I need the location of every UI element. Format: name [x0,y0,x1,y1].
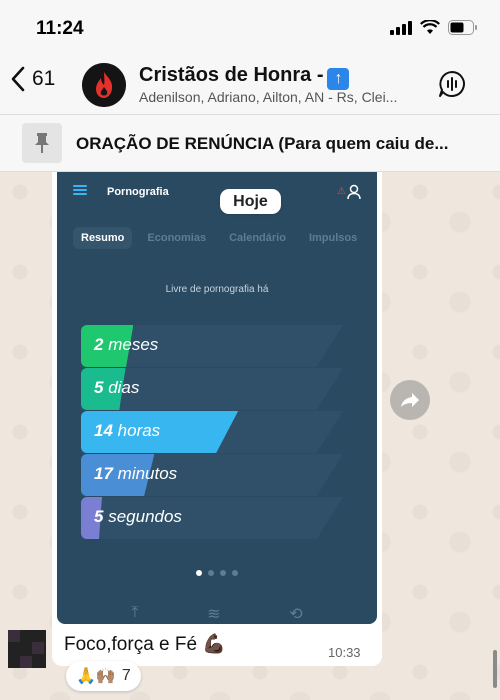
counter-value: 2 [94,335,104,354]
tab-economias: Economias [147,232,207,244]
message-image[interactable]: Pornografia ⚠ Resumo Economias Calendári… [57,172,377,624]
reaction-count: 7 [121,667,131,684]
group-members[interactable]: Adenilson, Adriano, Ailton, AN - Rs, Cle… [139,89,429,105]
user-icon [347,184,361,200]
counter-hours: 14 horas [81,411,343,453]
counter-days: 5 dias [81,368,343,410]
counter-seconds: 5 segundos [81,497,343,539]
app-topbar: Pornografia ⚠ [57,172,377,217]
free-since-label: Livre de pornografia há [165,284,269,295]
tab-impulsos: Impulsos [308,232,358,244]
reactions-pill[interactable]: 🙏🙌🏽 7 [66,661,141,691]
counter-label: 2 meses [94,335,158,355]
battery-icon [448,20,477,35]
wifi-icon [420,20,440,34]
history-icon: ⟲ [289,606,303,623]
forward-arrow-icon [401,393,419,407]
warning-icon: ⚠ [337,186,346,197]
pinned-message-bar[interactable]: ORAÇÃO DE RENÚNCIA (Para quem caiu de... [0,114,500,172]
counter-unit: meses [108,335,159,354]
counter-value: 14 [94,421,113,440]
counter-value: 5 [94,507,104,526]
tab-calendario: Calendário [229,232,286,244]
pin-icon [35,133,49,153]
chat-header: 61 Cristãos de Honra - ↑ Adenilson, Adria… [0,56,500,114]
flame-logo-icon [82,63,126,107]
group-title[interactable]: Cristãos de Honra - ↑ [139,64,350,90]
counter-value: 17 [94,464,113,483]
counter-label: 17 minutos [94,464,177,484]
counter-unit: horas [117,421,161,440]
message-time: 10:33 [328,645,361,660]
status-time: 11:24 [36,18,84,39]
menu-icon [73,185,87,195]
status-icons [390,20,478,35]
counter-label: 5 dias [94,378,139,398]
date-pill: Hoje [220,189,281,214]
page-dot [220,570,226,576]
sender-avatar[interactable] [8,630,46,668]
accessibility-icon: ↑ [327,68,350,90]
pin-box [22,123,62,163]
group-name: Cristãos de Honra - [139,64,324,86]
group-avatar[interactable] [82,63,126,107]
back-button[interactable]: 61 [10,66,55,92]
counter-unit: minutos [117,464,178,483]
voice-chat-button[interactable] [438,70,466,103]
page-dot [196,570,202,576]
message-caption: Foco,força e Fé 💪🏿 [64,634,226,655]
counter-minutes: 17 minutos [81,454,343,496]
page-dot [232,570,238,576]
unread-count: 61 [32,67,56,90]
waves-icon: ≋ [207,606,221,623]
share-icon: ⤒ [131,604,139,621]
pinned-message-text: ORAÇÃO DE RENÚNCIA (Para quem caiu de... [76,134,449,153]
tab-resumo: Resumo [73,227,133,249]
app-bottom-bar: ⤒ ≋ ⟲ [57,604,377,624]
counter-unit: segundos [108,507,182,526]
chevron-left-icon [11,66,25,92]
signal-icon [390,20,412,35]
reaction-emojis: 🙏🙌🏽 [76,668,116,685]
counter-value: 5 [94,378,104,397]
page-dots [57,570,377,576]
counter-months: 2 meses [81,325,343,367]
counter-unit: dias [108,378,140,397]
counter-label: 14 horas [94,421,160,441]
page-dot [208,570,214,576]
app-title: Pornografia [107,186,169,198]
scrollbar[interactable] [493,650,497,688]
status-bar: 11:24 [0,0,500,56]
forward-button[interactable] [390,380,430,420]
waveform-icon [439,71,465,97]
app-tabs: Resumo Economias Calendário Impulsos [73,227,365,249]
counter-label: 5 segundos [94,507,182,527]
